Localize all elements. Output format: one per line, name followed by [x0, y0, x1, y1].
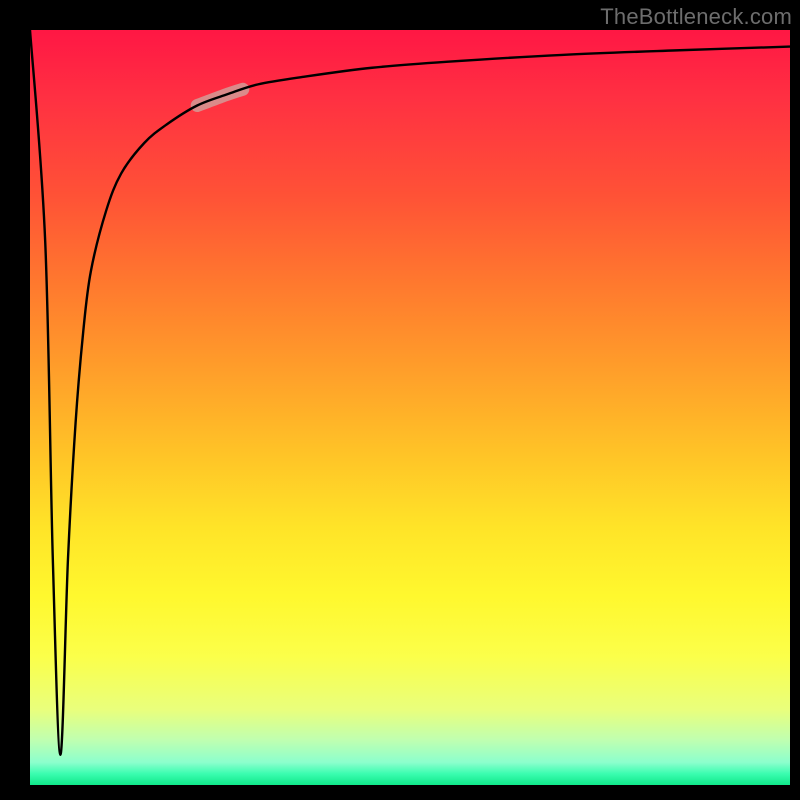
watermark-text: TheBottleneck.com — [600, 4, 792, 30]
chart-frame: TheBottleneck.com — [0, 0, 800, 800]
bottleneck-curve — [30, 30, 790, 755]
curve-layer — [30, 30, 790, 785]
plot-area — [30, 30, 790, 785]
